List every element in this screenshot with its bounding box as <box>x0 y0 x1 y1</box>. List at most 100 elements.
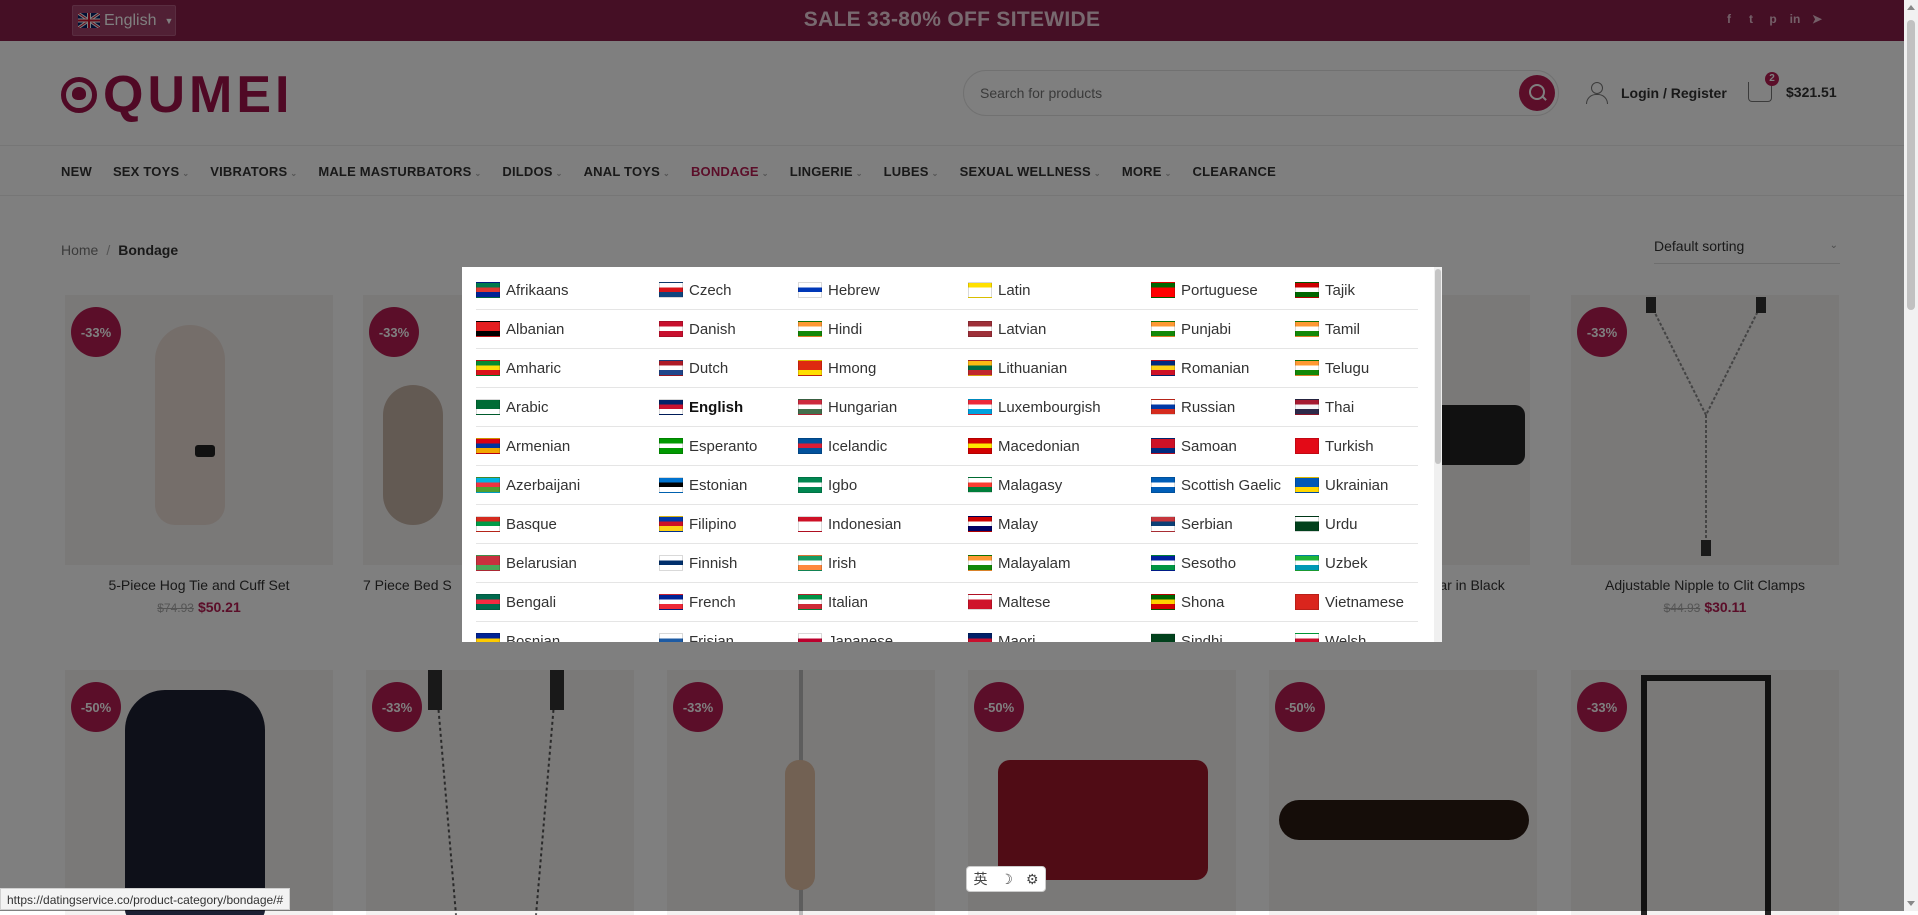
language-option-telugu[interactable]: Telugu <box>1295 349 1418 388</box>
language-option-label: Samoan <box>1181 437 1237 455</box>
flag-icon <box>1151 282 1175 298</box>
language-option-icelandic[interactable]: Icelandic <box>798 427 968 466</box>
modal-scrollbar-thumb[interactable] <box>1435 269 1441 464</box>
language-option-hmong[interactable]: Hmong <box>798 349 968 388</box>
language-option-label: Turkish <box>1325 437 1374 455</box>
language-option-latvian[interactable]: Latvian <box>968 310 1151 349</box>
language-option-label: Scottish Gaelic <box>1181 476 1282 494</box>
modal-scrollbar[interactable] <box>1434 267 1442 642</box>
language-option-lithuanian[interactable]: Lithuanian <box>968 349 1151 388</box>
language-option-hungarian[interactable]: Hungarian <box>798 388 968 427</box>
language-option-vietnamese[interactable]: Vietnamese <box>1295 583 1418 622</box>
language-option-turkish[interactable]: Turkish <box>1295 427 1418 466</box>
language-option-malay[interactable]: Malay <box>968 505 1151 544</box>
language-option-esperanto[interactable]: Esperanto <box>659 427 798 466</box>
language-option-label: Filipino <box>689 515 737 533</box>
flag-icon <box>1151 438 1175 454</box>
language-option-tajik[interactable]: Tajik <box>1295 271 1418 310</box>
language-option-punjabi[interactable]: Punjabi <box>1151 310 1295 349</box>
language-option-estonian[interactable]: Estonian <box>659 466 798 505</box>
language-option-bosnian[interactable]: Bosnian <box>476 622 659 642</box>
language-option-amharic[interactable]: Amharic <box>476 349 659 388</box>
flag-icon <box>476 555 500 571</box>
flag-icon <box>968 633 992 642</box>
flag-icon <box>476 516 500 532</box>
moon-icon[interactable]: ☽ <box>1000 871 1013 888</box>
flag-icon <box>1151 516 1175 532</box>
flag-icon <box>1151 477 1175 493</box>
language-option-hindi[interactable]: Hindi <box>798 310 968 349</box>
language-option-portuguese[interactable]: Portuguese <box>1151 271 1295 310</box>
language-option-belarusian[interactable]: Belarusian <box>476 544 659 583</box>
language-option-indonesian[interactable]: Indonesian <box>798 505 968 544</box>
language-option-label: Macedonian <box>998 437 1080 455</box>
language-option-malayalam[interactable]: Malayalam <box>968 544 1151 583</box>
flag-icon <box>659 555 683 571</box>
floating-translate-toolbar[interactable]: 英 ☽ ⚙ <box>966 866 1046 892</box>
language-option-macedonian[interactable]: Macedonian <box>968 427 1151 466</box>
language-option-english[interactable]: English <box>659 388 798 427</box>
page-scrollbar[interactable] <box>1904 0 1918 911</box>
language-option-uzbek[interactable]: Uzbek <box>1295 544 1418 583</box>
language-option-afrikaans[interactable]: Afrikaans <box>476 271 659 310</box>
language-option-label: Thai <box>1325 398 1355 416</box>
language-option-maori[interactable]: Maori <box>968 622 1151 642</box>
flag-icon <box>659 633 683 642</box>
language-option-italian[interactable]: Italian <box>798 583 968 622</box>
language-option-french[interactable]: French <box>659 583 798 622</box>
language-option-label: Russian <box>1181 398 1236 416</box>
language-option-label: Amharic <box>506 359 562 377</box>
language-option-finnish[interactable]: Finnish <box>659 544 798 583</box>
language-option-albanian[interactable]: Albanian <box>476 310 659 349</box>
language-option-label: Armenian <box>506 437 571 455</box>
language-option-maltese[interactable]: Maltese <box>968 583 1151 622</box>
language-option-thai[interactable]: Thai <box>1295 388 1418 427</box>
language-option-romanian[interactable]: Romanian <box>1151 349 1295 388</box>
language-option-sesotho[interactable]: Sesotho <box>1151 544 1295 583</box>
language-option-japanese[interactable]: Japanese <box>798 622 968 642</box>
language-option-welsh[interactable]: Welsh <box>1295 622 1418 642</box>
language-option-dutch[interactable]: Dutch <box>659 349 798 388</box>
language-option-danish[interactable]: Danish <box>659 310 798 349</box>
language-option-ukrainian[interactable]: Ukrainian <box>1295 466 1418 505</box>
language-option-samoan[interactable]: Samoan <box>1151 427 1295 466</box>
language-option-scottish-gaelic[interactable]: Scottish Gaelic <box>1151 466 1295 505</box>
flag-icon <box>1295 438 1319 454</box>
language-option-label: Hmong <box>828 359 877 377</box>
language-option-label: Serbian <box>1181 515 1233 533</box>
language-option-latin[interactable]: Latin <box>968 271 1151 310</box>
scroll-up-arrow-icon[interactable] <box>1907 5 1915 10</box>
language-option-frisian[interactable]: Frisian <box>659 622 798 642</box>
page-scrollbar-thumb[interactable] <box>1907 20 1915 310</box>
language-option-sindhi[interactable]: Sindhi <box>1151 622 1295 642</box>
language-option-arabic[interactable]: Arabic <box>476 388 659 427</box>
language-option-label: Frisian <box>689 632 735 643</box>
language-option-irish[interactable]: Irish <box>798 544 968 583</box>
language-option-filipino[interactable]: Filipino <box>659 505 798 544</box>
language-option-serbian[interactable]: Serbian <box>1151 505 1295 544</box>
language-option-armenian[interactable]: Armenian <box>476 427 659 466</box>
scroll-down-arrow-icon[interactable] <box>1907 901 1915 906</box>
language-option-hebrew[interactable]: Hebrew <box>798 271 968 310</box>
language-option-basque[interactable]: Basque <box>476 505 659 544</box>
language-option-igbo[interactable]: Igbo <box>798 466 968 505</box>
settings-icon[interactable]: ⚙ <box>1026 871 1039 888</box>
flag-icon <box>968 555 992 571</box>
language-option-urdu[interactable]: Urdu <box>1295 505 1418 544</box>
language-option-label: Tamil <box>1325 320 1361 338</box>
language-option-luxembourgish[interactable]: Luxembourgish <box>968 388 1151 427</box>
language-option-azerbaijani[interactable]: Azerbaijani <box>476 466 659 505</box>
language-option-label: Tajik <box>1325 281 1356 299</box>
language-option-bengali[interactable]: Bengali <box>476 583 659 622</box>
language-option-malagasy[interactable]: Malagasy <box>968 466 1151 505</box>
language-option-label: Danish <box>689 320 736 338</box>
flag-icon <box>659 594 683 610</box>
language-option-czech[interactable]: Czech <box>659 271 798 310</box>
language-option-shona[interactable]: Shona <box>1151 583 1295 622</box>
language-option-label: Japanese <box>828 632 894 643</box>
language-option-tamil[interactable]: Tamil <box>1295 310 1418 349</box>
language-option-label: Bengali <box>506 593 557 611</box>
language-option-russian[interactable]: Russian <box>1151 388 1295 427</box>
chinese-translate-icon[interactable]: 英 <box>973 869 987 889</box>
flag-icon <box>1295 321 1319 337</box>
